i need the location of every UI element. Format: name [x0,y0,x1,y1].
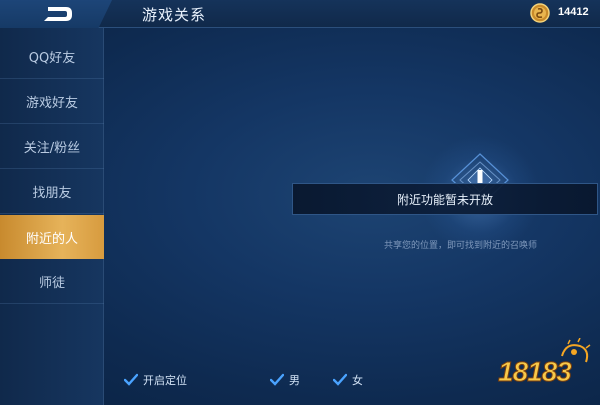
sidebar-item-label: 师徒 [38,276,65,291]
nearby-disabled-notice: 附近功能暂未开放 [292,183,598,215]
checkbox-label: 开启定位 [143,374,187,387]
checkmark-icon [124,373,138,386]
watermark-text: 18183 [498,356,573,388]
sidebar-item-label: 附近的人 [25,231,78,247]
coin-count: 14412 [558,6,589,18]
back-arrow-icon [44,7,72,21]
checkbox-label: 男 [289,374,300,387]
sidebar-item-find-friends[interactable]: 找朋友 [0,170,104,214]
checkbox-label: 女 [352,374,363,387]
sidebar-item-game-friends[interactable]: 游戏好友 [0,80,104,124]
sidebar-item-nearby-people[interactable]: 附近的人 [0,215,104,259]
location-hint: 共享您的位置，即可找到附近的召唤师 [384,241,538,251]
sidebar: QQ好友 游戏好友 关注/粉丝 找朋友 附近的人 师徒 [0,28,104,405]
page-title: 游戏关系 [142,6,207,24]
sidebar-item-qq-friends[interactable]: QQ好友 [0,35,104,79]
gold-coin-icon [530,3,550,23]
enable-location-checkbox[interactable]: 开启定位 [124,372,187,388]
back-button[interactable] [0,0,112,28]
top-bar: 游戏关系 14412 [0,0,600,28]
male-checkbox[interactable]: 男 [270,372,300,388]
sidebar-item-label: 关注/粉丝 [23,141,81,156]
sidebar-item-mentor[interactable]: 师徒 [0,260,104,304]
checkmark-icon [333,373,347,386]
game-screen: 游戏关系 14412 QQ好友 游戏好友 关注/粉丝 找朋友 附近的人 师徒 附… [0,0,600,405]
sidebar-item-label: 游戏好友 [25,96,78,111]
female-checkbox[interactable]: 女 [333,372,363,388]
sidebar-item-follow-fans[interactable]: 关注/粉丝 [0,125,104,169]
checkmark-icon [270,373,284,386]
sidebar-item-label: 找朋友 [32,186,72,201]
sidebar-item-label: QQ好友 [28,51,76,66]
notice-text: 附近功能暂未开放 [396,192,493,207]
